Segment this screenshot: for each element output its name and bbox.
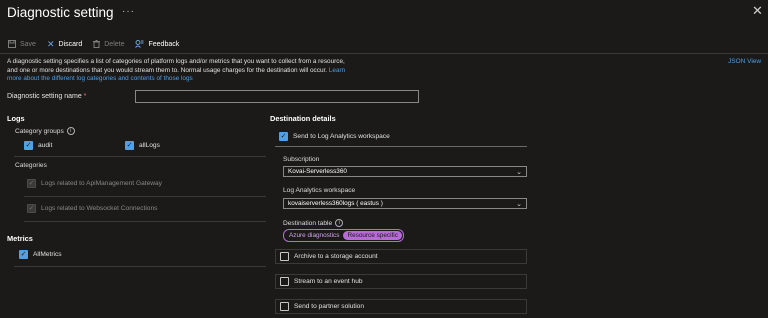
page-title: Diagnostic setting — [7, 5, 114, 20]
checkmark-icon: ✓ — [27, 204, 36, 213]
discard-button[interactable]: ✕ Discard — [47, 39, 82, 50]
destination-table-label: Destination table i — [283, 219, 344, 227]
description: A diagnostic setting specifies a list of… — [7, 58, 379, 84]
metrics-divider — [14, 266, 266, 267]
checkbox-partner-solution-label: Send to partner solution — [294, 303, 365, 310]
pill-azure-diagnostics[interactable]: Azure diagnostics — [285, 231, 343, 240]
save-button[interactable]: Save — [8, 39, 36, 50]
description-line-1: A diagnostic setting specifies a list of… — [7, 58, 345, 65]
checkbox-empty — [280, 302, 289, 311]
category-divider — [24, 196, 266, 197]
logs-heading: Logs — [7, 114, 25, 123]
checkbox-alllogs-label: allLogs — [139, 142, 160, 149]
feedback-button[interactable]: Feedback — [135, 39, 180, 50]
setting-name-label: Diagnostic setting name * — [7, 93, 86, 100]
command-bar: Save ✕ Discard Delete Feedback — [8, 39, 190, 50]
subscription-value: Kovai-Serverless360 — [288, 168, 347, 175]
feedback-label: Feedback — [148, 41, 180, 48]
checkbox-websocket-logs-label: Logs related to Websocket Connections — [41, 205, 158, 212]
checkbox-event-hub[interactable]: Stream to an event hub — [275, 274, 527, 289]
metrics-heading: Metrics — [7, 234, 33, 243]
checkbox-gateway-logs[interactable]: ✓ Logs related to ApiManagement Gateway — [27, 179, 162, 188]
checkbox-partner-solution[interactable]: Send to partner solution — [275, 299, 527, 314]
logs-divider — [14, 156, 266, 157]
log-analytics-divider — [275, 146, 527, 147]
category-groups-label-text: Category groups — [15, 127, 64, 135]
more-options-icon[interactable]: ··· — [122, 6, 135, 17]
workspace-select[interactable]: kovaiserverless360logs ( eastus ) ⌄ — [283, 198, 527, 209]
setting-name-label-text: Diagnostic setting name — [7, 93, 82, 100]
subscription-select[interactable]: Kovai-Serverless360 ⌄ — [283, 166, 527, 177]
checkbox-allmetrics[interactable]: ✓ AllMetrics — [19, 250, 62, 259]
learn-more-link[interactable]: Learn — [329, 67, 345, 74]
checkbox-empty — [280, 277, 289, 286]
destination-table-label-text: Destination table — [283, 219, 333, 227]
delete-label: Delete — [104, 41, 125, 48]
save-icon — [8, 39, 16, 50]
checkmark-icon: ✓ — [125, 141, 134, 150]
categories-label: Categories — [15, 162, 47, 169]
category-groups-label: Category groups i — [15, 127, 75, 135]
checkbox-audit[interactable]: ✓ audit — [24, 141, 52, 150]
checkbox-event-hub-label: Stream to an event hub — [294, 278, 363, 285]
checkmark-icon: ✓ — [19, 250, 28, 259]
checkbox-log-analytics[interactable]: ✓ Send to Log Analytics workspace — [275, 129, 527, 144]
toolbar-divider — [0, 53, 768, 54]
workspace-label: Log Analytics workspace — [283, 187, 356, 194]
workspace-value: kovaiserverless360logs ( eastus ) — [288, 200, 383, 207]
required-asterisk: * — [83, 93, 87, 100]
checkbox-gateway-logs-label: Logs related to ApiManagement Gateway — [41, 180, 162, 187]
destination-table-toggle: Azure diagnostics Resource specific — [283, 229, 404, 242]
checkmark-icon: ✓ — [27, 179, 36, 188]
pill-resource-specific[interactable]: Resource specific — [343, 231, 402, 240]
delete-button[interactable]: Delete — [93, 39, 125, 50]
trash-icon — [93, 39, 101, 50]
subscription-label: Subscription — [283, 156, 320, 163]
checkbox-audit-label: audit — [38, 142, 53, 149]
checkbox-empty — [280, 252, 289, 261]
category-divider — [24, 221, 266, 222]
json-view-link[interactable]: JSON View — [728, 58, 761, 65]
info-icon[interactable]: i — [335, 219, 344, 227]
close-icon: ✕ — [46, 39, 55, 49]
checkbox-websocket-logs[interactable]: ✓ Logs related to Websocket Connections — [27, 204, 157, 213]
checkmark-icon: ✓ — [279, 132, 288, 141]
feedback-icon — [135, 39, 144, 50]
checkbox-storage-account-label: Archive to a storage account — [294, 253, 378, 260]
info-icon[interactable]: i — [66, 127, 75, 135]
chevron-down-icon: ⌄ — [516, 200, 522, 208]
checkbox-log-analytics-label: Send to Log Analytics workspace — [293, 133, 390, 140]
checkmark-icon: ✓ — [24, 141, 33, 150]
checkbox-storage-account[interactable]: Archive to a storage account — [275, 249, 527, 264]
chevron-down-icon: ⌄ — [516, 168, 522, 176]
setting-name-input[interactable] — [135, 90, 419, 103]
save-label: Save — [20, 41, 36, 48]
destination-heading: Destination details — [270, 114, 336, 123]
checkbox-alllogs[interactable]: ✓ allLogs — [125, 141, 160, 150]
close-icon[interactable]: ✕ — [752, 3, 763, 19]
learn-more-link-cont[interactable]: more about the different log categories … — [7, 75, 193, 82]
description-line-2: and one or more destinations that you wo… — [7, 66, 328, 74]
discard-label: Discard — [58, 41, 83, 48]
checkbox-allmetrics-label: AllMetrics — [33, 251, 62, 258]
